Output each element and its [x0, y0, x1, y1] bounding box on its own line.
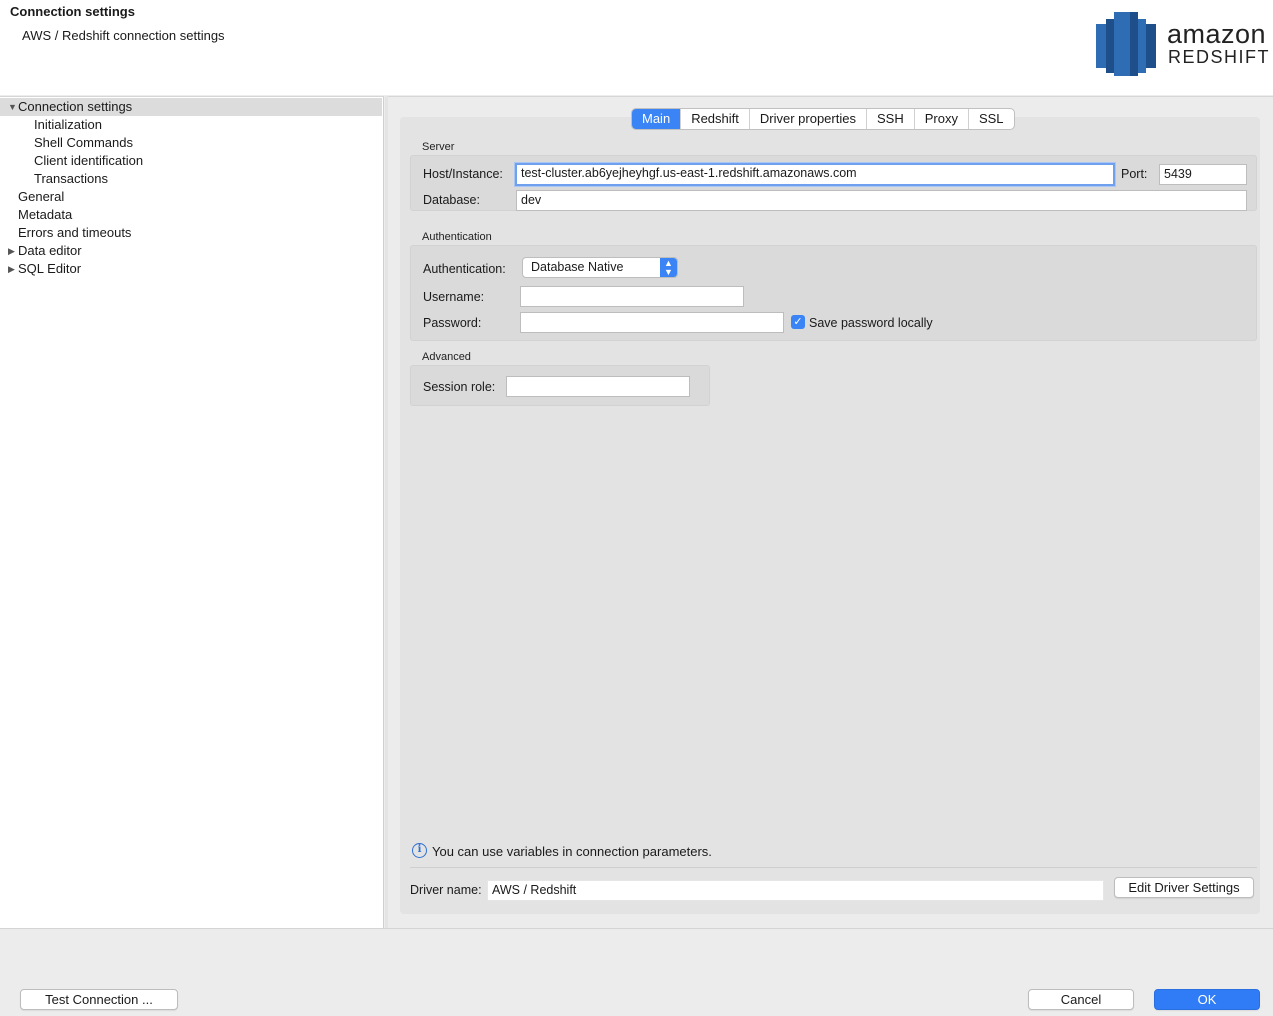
tree-item-shell-commands[interactable]: Shell Commands	[34, 134, 133, 152]
tree-item-errors-and-timeouts[interactable]: Errors and timeouts	[18, 224, 131, 242]
authentication-label: Authentication:	[423, 262, 506, 276]
tree-item-data-editor[interactable]: ▶ Data editor	[0, 242, 300, 260]
host-input[interactable]: test-cluster.ab6yejheyhgf.us-east-1.reds…	[515, 163, 1115, 186]
authentication-select[interactable]: Database Native ▲ ▼	[522, 257, 678, 278]
authentication-group: Authentication: Database Native ▲ ▼ Usern…	[410, 245, 1257, 341]
server-group-label: Server	[422, 141, 455, 153]
tree-item-label: Connection settings	[18, 99, 133, 114]
host-label: Host/Instance:	[423, 167, 503, 181]
select-updown-icon[interactable]: ▲ ▼	[660, 258, 677, 277]
database-input[interactable]: dev	[516, 190, 1247, 211]
tree-item-sql-editor[interactable]: ▶ SQL Editor	[0, 260, 300, 278]
dialog-header: Connection settings AWS / Redshift conne…	[0, 0, 1273, 95]
expanded-arrow-icon[interactable]: ▼	[8, 98, 18, 116]
edit-driver-settings-button[interactable]: Edit Driver Settings	[1114, 877, 1254, 898]
driver-name-field: AWS / Redshift	[487, 880, 1104, 901]
authentication-group-label: Authentication	[422, 231, 492, 243]
tab-proxy[interactable]: Proxy	[915, 109, 969, 129]
tab-ssl[interactable]: SSL	[969, 109, 1014, 129]
tree-item-initialization[interactable]: Initialization	[34, 116, 102, 134]
port-input[interactable]: 5439	[1159, 164, 1247, 185]
collapsed-arrow-icon[interactable]: ▶	[8, 260, 18, 278]
database-label: Database:	[423, 193, 480, 207]
tree-item-client-identification[interactable]: Client identification	[34, 152, 143, 170]
tree-item-metadata[interactable]: Metadata	[18, 206, 72, 224]
info-icon: i	[412, 843, 427, 858]
advanced-group-label: Advanced	[422, 351, 471, 363]
header-title: Connection settings	[10, 4, 135, 19]
tab-main[interactable]: Main	[632, 109, 682, 129]
settings-content: Server Host/Instance: test-cluster.ab6ye…	[388, 96, 1273, 928]
save-password-checkbox[interactable]: ✓	[791, 315, 805, 329]
redshift-logo-icon	[1096, 12, 1156, 76]
save-password-label: Save password locally	[809, 316, 933, 330]
main-tab-panel: Server Host/Instance: test-cluster.ab6ye…	[400, 117, 1260, 914]
header-subtitle: AWS / Redshift connection settings	[22, 28, 225, 43]
tree-item-general[interactable]: General	[18, 188, 64, 206]
tree-item-connection-settings[interactable]: ▼ Connection settings	[0, 98, 382, 116]
settings-tree: ▼ Connection settings Initialization She…	[0, 96, 384, 928]
authentication-select-value: Database Native	[531, 260, 624, 274]
ok-button[interactable]: OK	[1154, 989, 1260, 1010]
advanced-group: Session role:	[410, 365, 710, 406]
username-input[interactable]	[520, 286, 744, 307]
driver-name-label: Driver name:	[410, 883, 482, 897]
collapsed-arrow-icon[interactable]: ▶	[8, 242, 18, 260]
dialog-footer: Test Connection ... Cancel OK	[0, 928, 1273, 1016]
password-label: Password:	[423, 316, 482, 330]
divider	[410, 867, 1257, 868]
tree-item-transactions[interactable]: Transactions	[34, 170, 108, 188]
password-input[interactable]	[520, 312, 784, 333]
connection-tabs: Main Redshift Driver properties SSH Prox…	[631, 108, 1015, 130]
test-connection-button[interactable]: Test Connection ...	[20, 989, 178, 1010]
tree-item-label: SQL Editor	[18, 261, 82, 276]
amazon-redshift-logo: amazon REDSHIFT	[1094, 10, 1269, 80]
port-label: Port:	[1121, 167, 1148, 181]
cancel-button[interactable]: Cancel	[1028, 989, 1134, 1010]
tab-ssh[interactable]: SSH	[867, 109, 915, 129]
session-role-input[interactable]	[506, 376, 690, 397]
tab-driver-properties[interactable]: Driver properties	[750, 109, 867, 129]
server-group: Host/Instance: test-cluster.ab6yejheyhgf…	[410, 155, 1257, 211]
logo-amazon-text: amazon	[1167, 19, 1267, 49]
username-label: Username:	[423, 290, 485, 304]
tree-item-label: Data editor	[18, 243, 82, 258]
tab-redshift[interactable]: Redshift	[681, 109, 750, 129]
variables-info-text: You can use variables in connection para…	[432, 844, 712, 859]
session-role-label: Session role:	[423, 380, 496, 394]
logo-redshift-text: REDSHIFT	[1168, 47, 1270, 67]
